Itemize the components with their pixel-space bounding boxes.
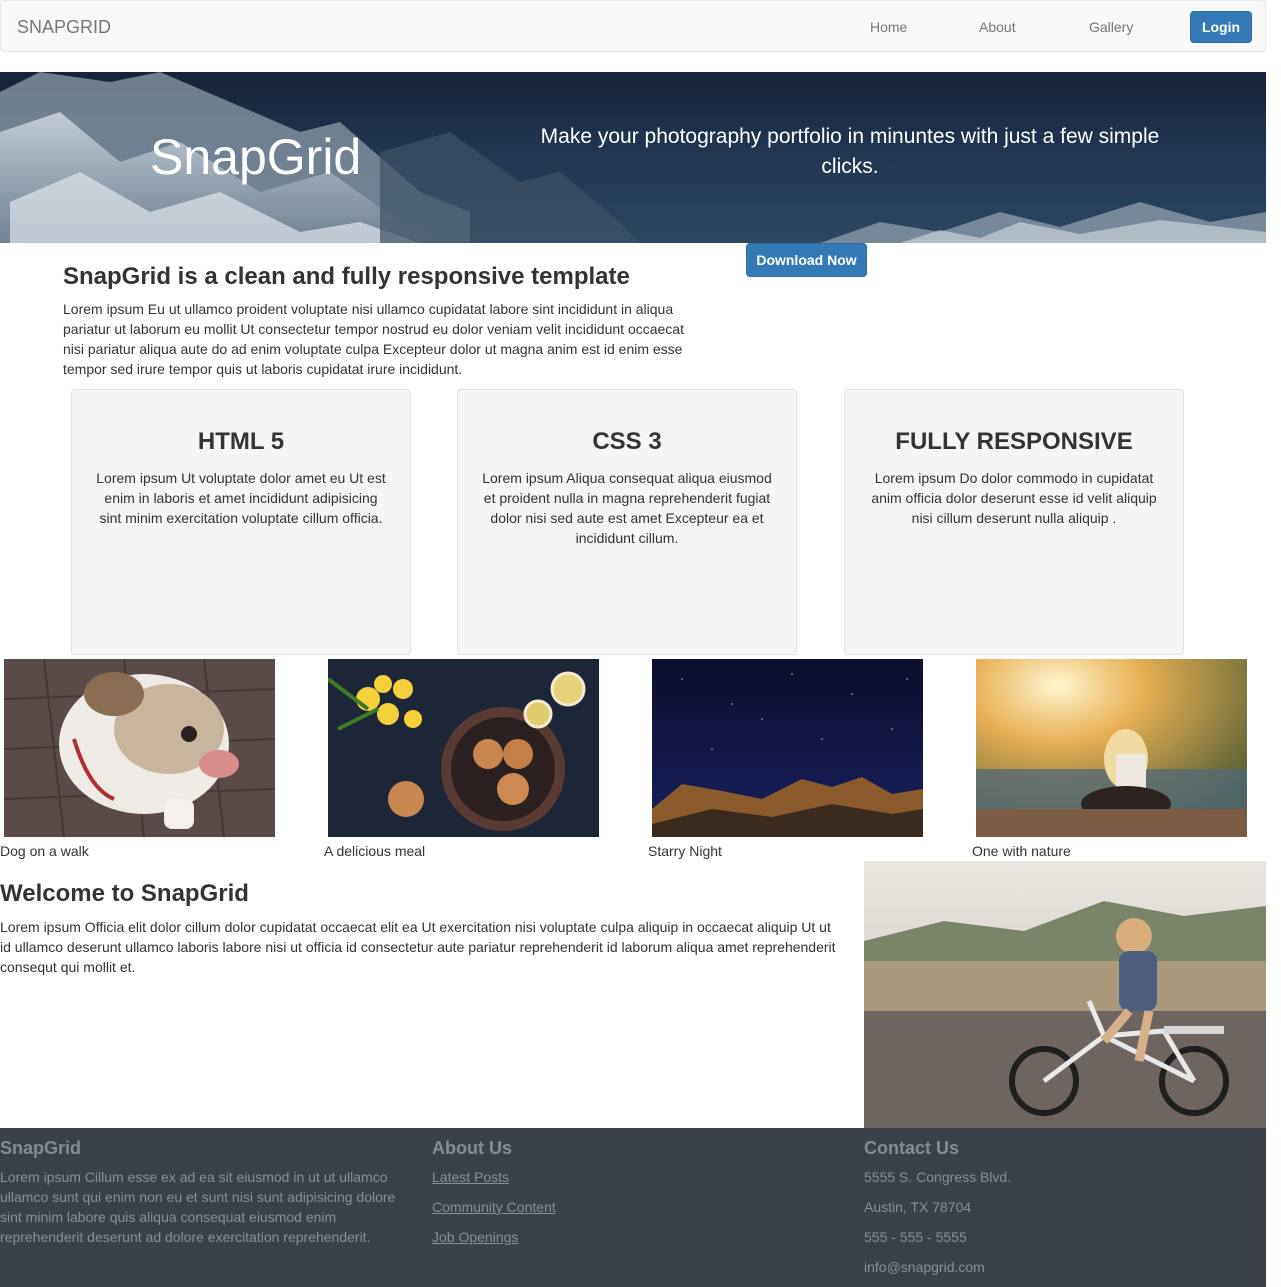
gallery-photo-meal[interactable]	[328, 659, 599, 837]
contact-address: 5555 S. Congress Blvd.	[864, 1169, 1012, 1185]
contact-phone: 555 - 555 - 5555	[864, 1229, 967, 1245]
gallery-caption: One with nature	[972, 843, 1071, 859]
gallery-caption: A delicious meal	[324, 843, 426, 859]
footer-link-job-openings[interactable]: Job Openings	[432, 1229, 518, 1245]
footer-heading: About Us	[432, 1138, 512, 1158]
navbar-brand[interactable]: SNAPGRID	[17, 17, 111, 38]
gallery-caption: Dog on a walk	[0, 843, 89, 859]
footer-about-text: Lorem ipsum Cillum esse ex ad ea sit eiu…	[0, 1169, 396, 1245]
welcome-text: Lorem ipsum Officia elit dolor cillum do…	[0, 919, 836, 975]
gallery-photo-dog[interactable]	[4, 659, 275, 837]
nav-gallery-link[interactable]: Gallery	[1089, 19, 1133, 35]
dog-image	[4, 659, 275, 837]
contact-city: Austin, TX 78704	[864, 1199, 972, 1215]
feature-card-title: HTML 5	[197, 428, 285, 455]
footer-links-column: About Us Latest Posts Community Content …	[432, 1128, 832, 1287]
nav-about-link[interactable]: About	[979, 19, 1016, 35]
night-sky-image	[652, 659, 923, 837]
navbar: SNAPGRID Home About Gallery Login	[0, 0, 1266, 52]
feature-card-title: CSS 3	[592, 428, 662, 455]
nav-home-link[interactable]: Home	[870, 19, 907, 35]
nature-image	[976, 659, 1247, 837]
footer-heading: Contact Us	[864, 1138, 960, 1158]
footer-heading: SnapGrid	[0, 1138, 82, 1158]
feature-card-text: Lorem ipsum Aliqua consequat aliqua eius…	[482, 470, 772, 546]
feature-card-text: Lorem ipsum Ut voluptate dolor amet eu U…	[96, 470, 386, 526]
footer-link-community-content[interactable]: Community Content	[432, 1199, 556, 1215]
hero-title: SnapGrid	[150, 129, 362, 185]
bicycle-photo	[864, 861, 1266, 1128]
intro-heading: SnapGrid is a clean and fully responsive…	[63, 263, 630, 290]
hero-tagline: Make your photography portfolio in minun…	[540, 125, 1160, 178]
feature-card-title: FULLY RESPONSIVE	[895, 428, 1133, 455]
footer-contact-column: Contact Us 5555 S. Congress Blvd. Austin…	[864, 1128, 1264, 1287]
footer: SnapGrid Lorem ipsum Cillum esse ex ad e…	[0, 1128, 1266, 1287]
meal-image	[328, 659, 599, 837]
gallery-photo-nature[interactable]	[976, 659, 1247, 837]
hero-banner: SnapGrid Make your photography portfolio…	[0, 72, 1266, 243]
bicycle-image	[864, 861, 1266, 1128]
intro-text: Lorem ipsum Eu ut ullamco proident volup…	[63, 301, 684, 377]
gallery-caption: Starry Night	[648, 843, 722, 859]
feature-card-text: Lorem ipsum Do dolor commodo in cupidata…	[871, 470, 1157, 526]
login-button[interactable]: Login	[1190, 11, 1252, 43]
feature-card-css3: CSS 3 Lorem ipsum Aliqua consequat aliqu…	[457, 389, 797, 655]
download-now-button[interactable]: Download Now	[746, 243, 867, 277]
feature-card-html5: HTML 5 Lorem ipsum Ut voluptate dolor am…	[71, 389, 411, 655]
gallery-photo-starry-night[interactable]	[652, 659, 923, 837]
contact-email[interactable]: info@snapgrid.com	[864, 1259, 985, 1275]
welcome-heading: Welcome to SnapGrid	[0, 880, 249, 907]
footer-about-column: SnapGrid Lorem ipsum Cillum esse ex ad e…	[0, 1128, 410, 1287]
footer-link-latest-posts[interactable]: Latest Posts	[432, 1169, 509, 1185]
feature-card-responsive: FULLY RESPONSIVE Lorem ipsum Do dolor co…	[844, 389, 1184, 655]
